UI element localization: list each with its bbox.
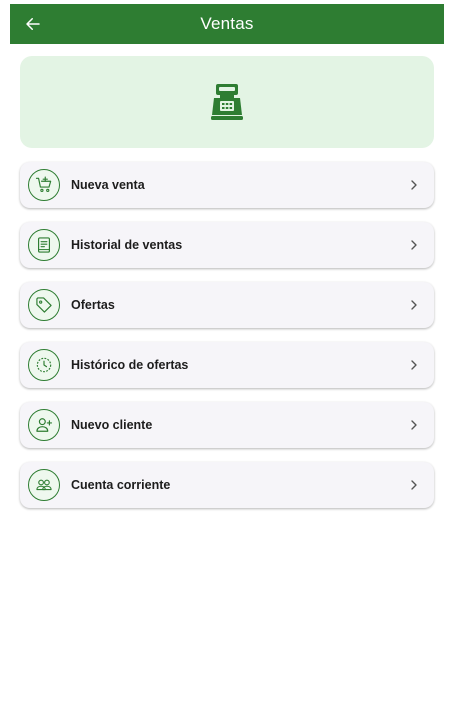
chevron-right-icon <box>411 180 417 190</box>
chevron-right-icon <box>411 420 417 430</box>
sales-banner <box>20 56 434 148</box>
menu-item-historial-de-ventas[interactable]: Historial de ventas <box>20 222 434 268</box>
receipt-icon-badge <box>28 229 60 261</box>
people-icon-badge <box>28 469 60 501</box>
page-title: Ventas <box>200 14 254 33</box>
menu-item-label: Histórico de ofertas <box>71 358 189 372</box>
chevron-right-icon <box>411 360 417 370</box>
receipt-icon <box>38 237 50 253</box>
sales-menu: Nueva venta Historial de ventas Ofertas … <box>20 162 434 508</box>
clock-history-icon-badge <box>28 349 60 381</box>
back-button[interactable] <box>20 11 46 37</box>
arrow-left-icon <box>26 18 40 30</box>
menu-item-label: Ofertas <box>71 298 115 312</box>
menu-item-label: Cuenta corriente <box>71 478 171 492</box>
cart-plus-icon-badge <box>28 169 60 201</box>
clock-history-icon <box>36 357 52 373</box>
chevron-right-icon <box>411 300 417 310</box>
people-icon <box>36 479 52 491</box>
menu-item-historico-de-ofertas[interactable]: Histórico de ofertas <box>20 342 434 388</box>
menu-item-nuevo-cliente[interactable]: Nuevo cliente <box>20 402 434 448</box>
menu-item-label: Nueva venta <box>71 178 145 192</box>
cash-register-icon <box>211 84 243 120</box>
menu-item-nueva-venta[interactable]: Nueva venta <box>20 162 434 208</box>
cart-plus-icon <box>35 176 52 193</box>
person-add-icon-badge <box>28 409 60 441</box>
chevron-right-icon <box>411 480 417 490</box>
menu-item-cuenta-corriente[interactable]: Cuenta corriente <box>20 462 434 508</box>
chevron-right-icon <box>411 240 417 250</box>
tag-icon <box>36 297 52 313</box>
app-screen: Ventas Nueva venta Historial de ventas O… <box>10 4 444 694</box>
menu-item-label: Nuevo cliente <box>71 418 153 432</box>
menu-item-label: Historial de ventas <box>71 238 183 252</box>
tag-icon-badge <box>28 289 60 321</box>
person-add-icon <box>36 418 53 432</box>
app-bar: Ventas <box>10 4 444 44</box>
menu-item-ofertas[interactable]: Ofertas <box>20 282 434 328</box>
